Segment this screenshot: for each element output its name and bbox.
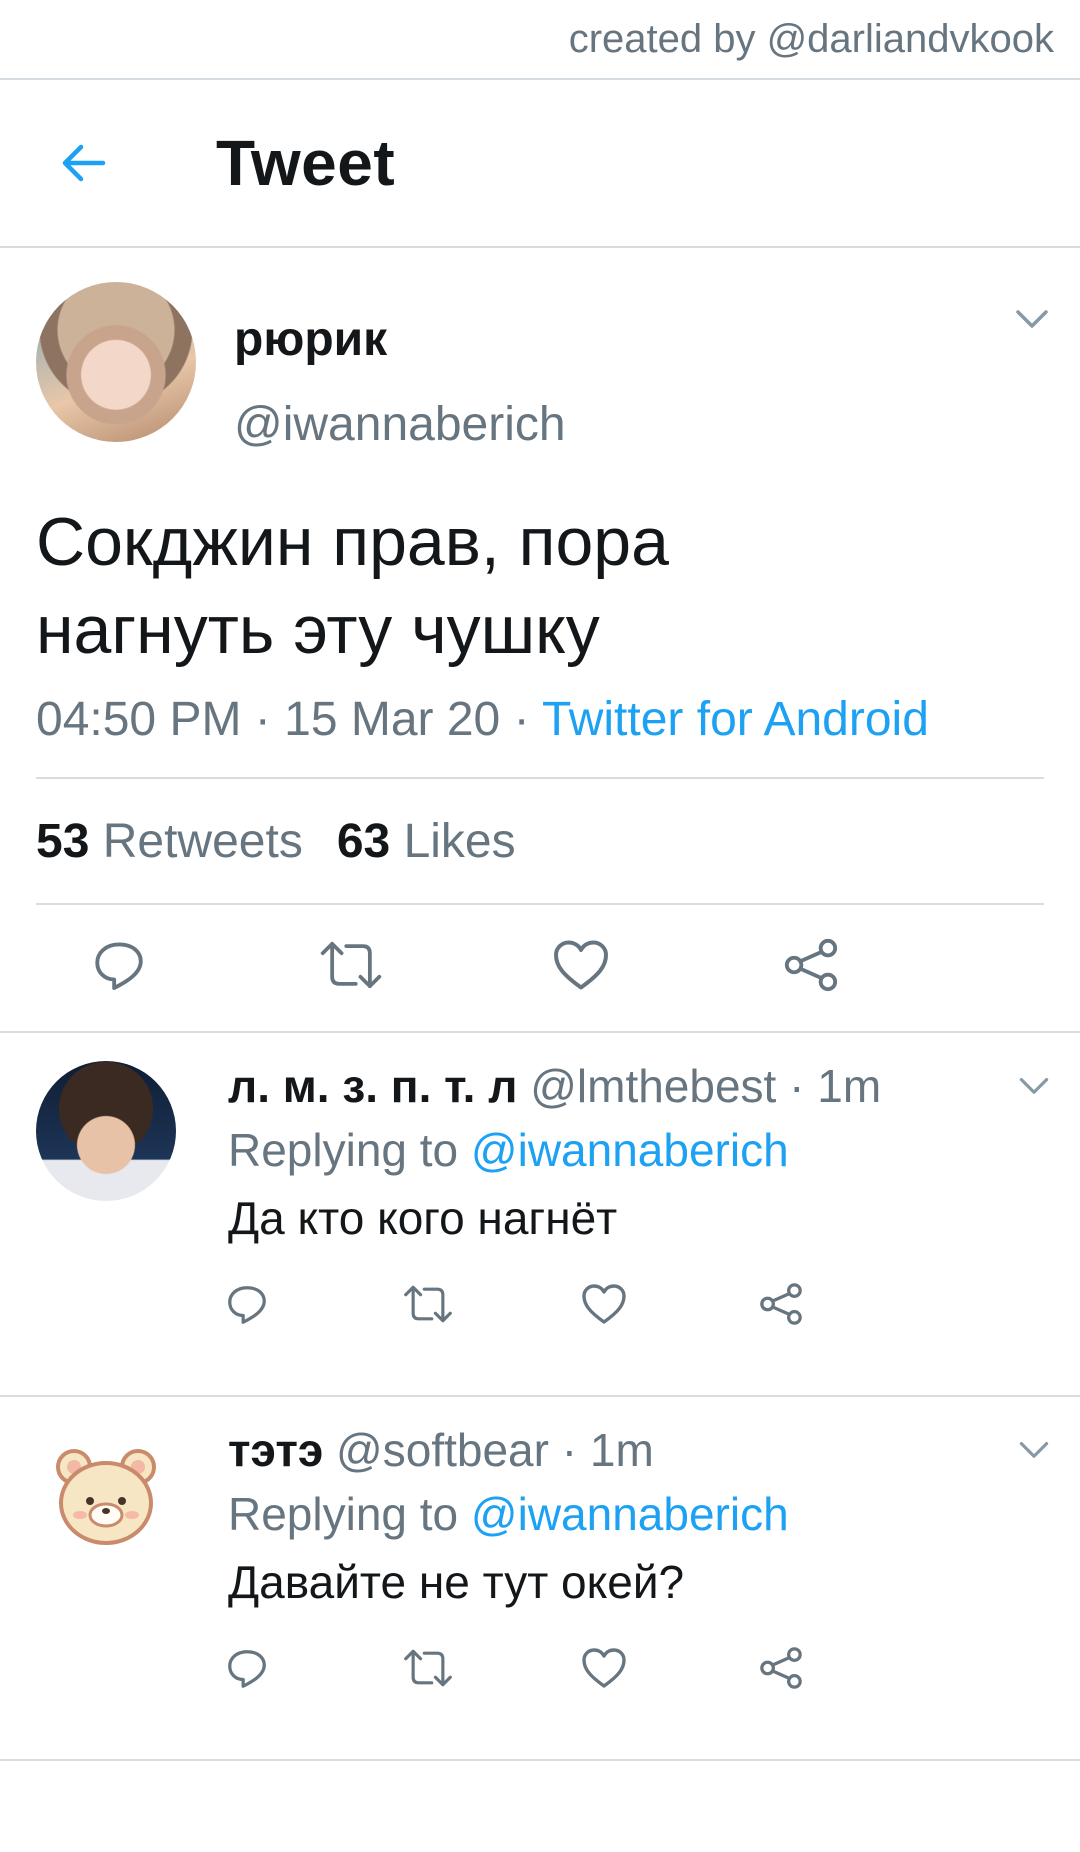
like-button[interactable] [580, 1281, 758, 1327]
replying-to: Replying to @iwannaberich [228, 1487, 1040, 1541]
retweets-stat[interactable]: 53 Retweets [36, 814, 303, 869]
retweets-count: 53 [36, 814, 90, 868]
chevron-down-icon[interactable] [1012, 298, 1052, 338]
user-handle[interactable]: @softbear [336, 1424, 549, 1476]
reply-button[interactable] [224, 1645, 402, 1691]
display-name[interactable]: рюрик [234, 312, 566, 367]
share-icon [760, 1283, 802, 1325]
replying-to-label: Replying to [228, 1488, 459, 1540]
tweet-stats: 53 Retweets 63 Likes [36, 779, 1044, 903]
likes-label: Likes [403, 814, 516, 868]
likes-stat[interactable]: 63 Likes [337, 814, 516, 869]
tweet-text-line: Сокджин прав, пора [36, 504, 669, 580]
tweet-meta: 04:50 PM · 15 Mar 20 · Twitter for Andro… [36, 692, 1044, 747]
reply-icon [94, 942, 143, 990]
retweet-icon [404, 1285, 452, 1323]
arrow-left-icon [62, 144, 106, 182]
tweet-time: 04:50 PM [36, 693, 242, 746]
share-icon [784, 938, 838, 992]
tweet-date: 15 Mar 20 [284, 693, 501, 746]
meta-separator: · [513, 693, 530, 746]
back-button[interactable] [28, 108, 138, 218]
heart-icon [554, 940, 608, 990]
reply-actions [224, 1281, 1040, 1327]
reply-time: 1m [817, 1060, 882, 1112]
user-handle[interactable]: @iwannaberich [234, 397, 566, 452]
share-button[interactable] [758, 1281, 936, 1327]
chevron-down-icon[interactable] [1016, 1067, 1052, 1103]
heart-icon [582, 1284, 626, 1324]
retweet-icon [404, 1649, 452, 1687]
display-name[interactable]: л. м. з. п. т. л [228, 1060, 517, 1112]
reply-icon [228, 1650, 266, 1688]
display-name[interactable]: тэтэ [228, 1424, 323, 1476]
reply-button[interactable] [36, 936, 201, 994]
retweet-button[interactable] [402, 1281, 580, 1327]
divider [0, 1759, 1080, 1761]
reply-text: Давайте не тут окей? [228, 1556, 685, 1608]
main-tweet: рюрик @iwannaberich Сокджин прав, пора н… [0, 248, 1080, 1025]
reply-header: тэтэ @softbear · 1m [228, 1423, 1040, 1477]
meta-separator: · [561, 1424, 578, 1476]
reply-text: Да кто кого нагнёт [228, 1192, 618, 1244]
tweet-text: Сокджин прав, пора нагнуть эту чушку [36, 498, 1044, 674]
reply-tweet[interactable]: тэтэ @softbear · 1m Replying to @iwannab… [0, 1397, 1080, 1759]
meta-separator: · [254, 693, 271, 746]
meta-separator: · [789, 1060, 805, 1112]
retweet-icon [320, 941, 382, 989]
share-icon [760, 1647, 802, 1689]
chevron-down-icon[interactable] [1016, 1431, 1052, 1467]
retweet-button[interactable] [201, 936, 501, 994]
user-handle[interactable]: @lmthebest [530, 1060, 776, 1112]
share-button[interactable] [758, 1645, 936, 1691]
top-bar: Tweet [0, 80, 1080, 248]
replying-to-link[interactable]: @iwannaberich [471, 1124, 789, 1176]
tweet-text-line: нагнуть эту чушку [36, 592, 600, 668]
replying-to-label: Replying to [228, 1124, 459, 1176]
reply-actions [224, 1645, 1040, 1691]
page-title: Tweet [216, 127, 396, 199]
reply-tweet[interactable]: л. м. з. п. т. л @lmthebest · 1m Replyin… [0, 1033, 1080, 1395]
likes-count: 63 [336, 814, 391, 868]
reply-header: л. м. з. п. т. л @lmthebest · 1m [228, 1059, 1040, 1113]
like-button[interactable] [501, 937, 661, 993]
tweet-source-link[interactable]: Twitter for Android [542, 693, 929, 746]
retweets-label: Retweets [102, 814, 303, 868]
like-button[interactable] [580, 1645, 758, 1691]
reply-button[interactable] [224, 1281, 402, 1327]
heart-icon [582, 1648, 626, 1688]
replying-to-link[interactable]: @iwannaberich [471, 1488, 789, 1540]
avatar[interactable] [36, 282, 196, 442]
tweet-actions [36, 905, 1044, 1025]
avatar[interactable] [36, 1061, 176, 1201]
reply-icon [228, 1286, 266, 1324]
reply-time: 1m [589, 1424, 654, 1476]
bear-avatar-icon [56, 1449, 156, 1545]
avatar[interactable] [36, 1425, 176, 1565]
retweet-button[interactable] [402, 1645, 580, 1691]
replying-to: Replying to @iwannaberich [228, 1123, 1040, 1177]
tweet-author: рюрик @iwannaberich [36, 282, 1044, 452]
share-button[interactable] [661, 936, 961, 994]
credit-text: created by @darliandvkook [0, 0, 1080, 80]
